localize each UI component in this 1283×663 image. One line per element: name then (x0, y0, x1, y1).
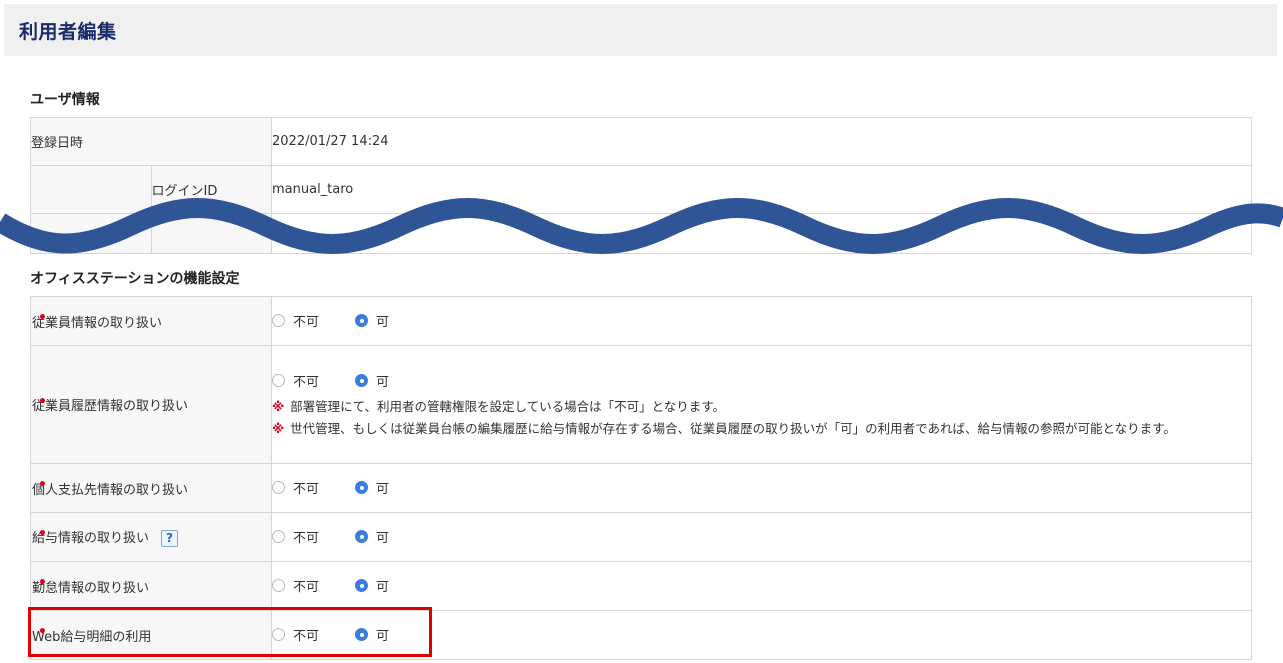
table-row: • 勤怠情報の取り扱い 不可 可 (30, 561, 1252, 611)
radio-unchecked[interactable] (272, 579, 285, 592)
radio-option-no[interactable]: 不可 (272, 576, 319, 595)
registered-label: 登録日時 (30, 117, 272, 166)
radio-option-no[interactable]: 不可 (272, 371, 319, 390)
radio-option-no[interactable]: 不可 (272, 311, 319, 330)
radio-unchecked[interactable] (272, 314, 285, 327)
user-info-heading: ユーザ情報 (30, 92, 100, 108)
personal-payee-label: • 個人支払先情報の取り扱い (30, 463, 272, 513)
radio-option-no[interactable]: 不可 (272, 527, 319, 546)
radio-option-yes[interactable]: 可 (355, 478, 389, 497)
table-row: • 個人支払先情報の取り扱い 不可 可 (30, 463, 1252, 513)
radio-checked[interactable] (355, 481, 369, 494)
employee-info-options: 不可 可 (271, 296, 1252, 346)
radio-option-no[interactable]: 不可 (272, 478, 319, 497)
page-header: 利用者編集 (4, 4, 1277, 56)
radio-option-yes[interactable]: 可 (355, 527, 389, 546)
registered-value: 2022/01/27 14:24 (271, 117, 1252, 166)
radio-checked[interactable] (355, 579, 369, 592)
note-1: ※ 部署管理にて、利用者の管轄権限を設定している場合は「不可」となります。 (272, 399, 726, 414)
radio-checked[interactable] (355, 374, 369, 387)
help-icon[interactable]: ? (161, 530, 179, 547)
required-mark: • (38, 526, 47, 542)
table-row: • 従業員履歴情報の取り扱い 不可 可 ※ 部署管理にて、利用者の管轄権限を設定し… (30, 345, 1252, 464)
omission-wave (0, 198, 1283, 254)
salary-info-label: • 給与情報の取り扱い? (30, 512, 272, 562)
note-2: ※ 世代管理、もしくは従業員台帳の編集履歴に給与情報が存在する場合、従業員履歴の取… (272, 421, 1176, 436)
radio-unchecked[interactable] (272, 374, 285, 387)
table-row: • 給与情報の取り扱い? 不可 可 (30, 512, 1252, 562)
required-mark: • (38, 310, 47, 326)
feature-settings-table: • 従業員情報の取り扱い 不可 可 • 従業員履歴情報の取り扱い 不可 可 ※ 部… (30, 296, 1252, 660)
radio-option-yes[interactable]: 可 (355, 576, 389, 595)
attendance-info-label: • 勤怠情報の取り扱い (30, 561, 272, 611)
employee-history-options: 不可 可 ※ 部署管理にて、利用者の管轄権限を設定している場合は「不可」となります… (271, 345, 1252, 464)
personal-payee-options: 不可 可 (271, 463, 1252, 513)
attendance-info-options: 不可 可 (271, 561, 1252, 611)
highlight-box (28, 607, 432, 657)
table-row: 登録日時 2022/01/27 14:24 (30, 117, 1252, 166)
salary-info-options: 不可 可 (271, 512, 1252, 562)
required-mark: • (38, 393, 47, 410)
required-mark: • (38, 477, 47, 493)
table-row: • 従業員情報の取り扱い 不可 可 (30, 296, 1252, 346)
radio-unchecked[interactable] (272, 530, 285, 543)
radio-checked[interactable] (355, 314, 369, 327)
radio-unchecked[interactable] (272, 481, 285, 494)
radio-option-yes[interactable]: 可 (355, 371, 389, 390)
employee-info-label: • 従業員情報の取り扱い (30, 296, 272, 346)
radio-option-yes[interactable]: 可 (355, 311, 389, 330)
office-station-heading: オフィスステーションの機能設定 (30, 271, 240, 287)
required-mark: • (38, 575, 47, 591)
page-title: 利用者編集 (19, 21, 117, 43)
employee-history-label: • 従業員履歴情報の取り扱い (30, 345, 272, 464)
radio-checked[interactable] (355, 530, 369, 543)
